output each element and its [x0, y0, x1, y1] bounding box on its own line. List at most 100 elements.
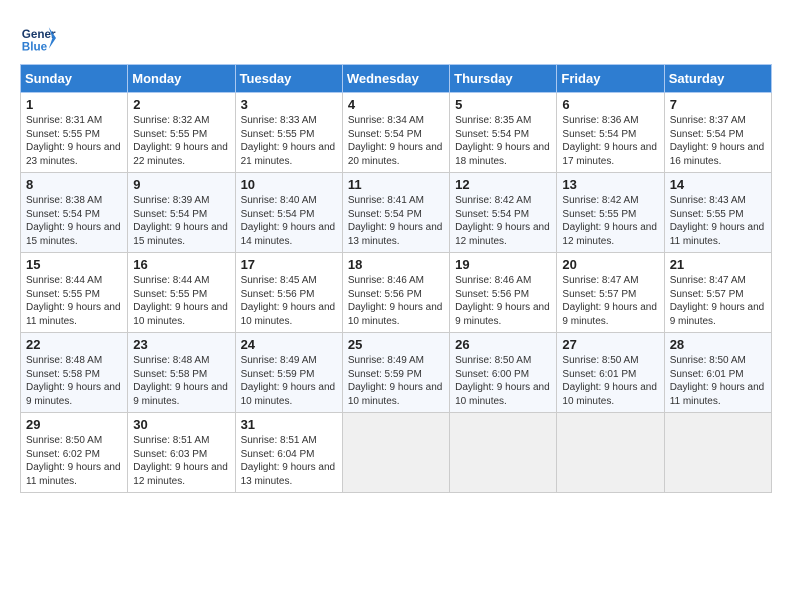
day-info: Sunrise: 8:40 AMSunset: 5:54 PMDaylight:… [241, 195, 336, 247]
calendar-cell: 6 Sunrise: 8:36 AMSunset: 5:54 PMDayligh… [557, 93, 664, 173]
svg-text:Blue: Blue [22, 41, 48, 54]
calendar-cell: 30 Sunrise: 8:51 AMSunset: 6:03 PMDaylig… [128, 413, 235, 493]
day-number: 1 [26, 97, 122, 112]
page-header: General Blue [20, 20, 772, 56]
day-info: Sunrise: 8:46 AMSunset: 5:56 PMDaylight:… [455, 275, 550, 327]
day-info: Sunrise: 8:41 AMSunset: 5:54 PMDaylight:… [348, 195, 443, 247]
calendar-cell: 28 Sunrise: 8:50 AMSunset: 6:01 PMDaylig… [664, 333, 771, 413]
day-number: 28 [670, 337, 766, 352]
calendar-cell: 3 Sunrise: 8:33 AMSunset: 5:55 PMDayligh… [235, 93, 342, 173]
day-info: Sunrise: 8:47 AMSunset: 5:57 PMDaylight:… [562, 275, 657, 327]
calendar-row-5: 29 Sunrise: 8:50 AMSunset: 6:02 PMDaylig… [21, 413, 772, 493]
day-info: Sunrise: 8:47 AMSunset: 5:57 PMDaylight:… [670, 275, 765, 327]
day-number: 23 [133, 337, 229, 352]
day-number: 6 [562, 97, 658, 112]
day-number: 11 [348, 177, 444, 192]
calendar-cell: 15 Sunrise: 8:44 AMSunset: 5:55 PMDaylig… [21, 253, 128, 333]
day-info: Sunrise: 8:48 AMSunset: 5:58 PMDaylight:… [26, 355, 121, 407]
calendar-cell: 17 Sunrise: 8:45 AMSunset: 5:56 PMDaylig… [235, 253, 342, 333]
calendar-cell: 7 Sunrise: 8:37 AMSunset: 5:54 PMDayligh… [664, 93, 771, 173]
calendar-cell: 10 Sunrise: 8:40 AMSunset: 5:54 PMDaylig… [235, 173, 342, 253]
calendar-cell: 12 Sunrise: 8:42 AMSunset: 5:54 PMDaylig… [450, 173, 557, 253]
calendar-cell: 11 Sunrise: 8:41 AMSunset: 5:54 PMDaylig… [342, 173, 449, 253]
day-number: 26 [455, 337, 551, 352]
day-info: Sunrise: 8:45 AMSunset: 5:56 PMDaylight:… [241, 275, 336, 327]
col-header-sunday: Sunday [21, 65, 128, 93]
day-info: Sunrise: 8:50 AMSunset: 6:02 PMDaylight:… [26, 435, 121, 487]
day-number: 7 [670, 97, 766, 112]
calendar-cell: 31 Sunrise: 8:51 AMSunset: 6:04 PMDaylig… [235, 413, 342, 493]
day-number: 2 [133, 97, 229, 112]
calendar-cell [450, 413, 557, 493]
calendar-cell: 20 Sunrise: 8:47 AMSunset: 5:57 PMDaylig… [557, 253, 664, 333]
calendar-table: SundayMondayTuesdayWednesdayThursdayFrid… [20, 64, 772, 493]
calendar-body: 1 Sunrise: 8:31 AMSunset: 5:55 PMDayligh… [21, 93, 772, 493]
day-info: Sunrise: 8:51 AMSunset: 6:03 PMDaylight:… [133, 435, 228, 487]
day-info: Sunrise: 8:36 AMSunset: 5:54 PMDaylight:… [562, 115, 657, 167]
day-number: 12 [455, 177, 551, 192]
day-number: 24 [241, 337, 337, 352]
day-number: 25 [348, 337, 444, 352]
day-number: 18 [348, 257, 444, 272]
calendar-cell: 24 Sunrise: 8:49 AMSunset: 5:59 PMDaylig… [235, 333, 342, 413]
day-number: 21 [670, 257, 766, 272]
day-number: 30 [133, 417, 229, 432]
day-info: Sunrise: 8:49 AMSunset: 5:59 PMDaylight:… [348, 355, 443, 407]
day-info: Sunrise: 8:38 AMSunset: 5:54 PMDaylight:… [26, 195, 121, 247]
day-number: 13 [562, 177, 658, 192]
calendar-cell: 9 Sunrise: 8:39 AMSunset: 5:54 PMDayligh… [128, 173, 235, 253]
day-number: 29 [26, 417, 122, 432]
calendar-row-1: 1 Sunrise: 8:31 AMSunset: 5:55 PMDayligh… [21, 93, 772, 173]
day-number: 31 [241, 417, 337, 432]
day-info: Sunrise: 8:44 AMSunset: 5:55 PMDaylight:… [26, 275, 121, 327]
calendar-cell: 2 Sunrise: 8:32 AMSunset: 5:55 PMDayligh… [128, 93, 235, 173]
calendar-cell: 14 Sunrise: 8:43 AMSunset: 5:55 PMDaylig… [664, 173, 771, 253]
day-info: Sunrise: 8:49 AMSunset: 5:59 PMDaylight:… [241, 355, 336, 407]
col-header-tuesday: Tuesday [235, 65, 342, 93]
day-number: 4 [348, 97, 444, 112]
day-info: Sunrise: 8:37 AMSunset: 5:54 PMDaylight:… [670, 115, 765, 167]
logo: General Blue [20, 20, 58, 56]
col-header-saturday: Saturday [664, 65, 771, 93]
calendar-cell: 8 Sunrise: 8:38 AMSunset: 5:54 PMDayligh… [21, 173, 128, 253]
day-info: Sunrise: 8:50 AMSunset: 6:00 PMDaylight:… [455, 355, 550, 407]
day-number: 8 [26, 177, 122, 192]
day-number: 27 [562, 337, 658, 352]
day-info: Sunrise: 8:34 AMSunset: 5:54 PMDaylight:… [348, 115, 443, 167]
calendar-cell: 25 Sunrise: 8:49 AMSunset: 5:59 PMDaylig… [342, 333, 449, 413]
day-info: Sunrise: 8:48 AMSunset: 5:58 PMDaylight:… [133, 355, 228, 407]
col-header-friday: Friday [557, 65, 664, 93]
calendar-cell: 18 Sunrise: 8:46 AMSunset: 5:56 PMDaylig… [342, 253, 449, 333]
day-info: Sunrise: 8:42 AMSunset: 5:54 PMDaylight:… [455, 195, 550, 247]
calendar-cell: 4 Sunrise: 8:34 AMSunset: 5:54 PMDayligh… [342, 93, 449, 173]
calendar-cell: 26 Sunrise: 8:50 AMSunset: 6:00 PMDaylig… [450, 333, 557, 413]
calendar-header-row: SundayMondayTuesdayWednesdayThursdayFrid… [21, 65, 772, 93]
calendar-cell: 19 Sunrise: 8:46 AMSunset: 5:56 PMDaylig… [450, 253, 557, 333]
calendar-cell [557, 413, 664, 493]
day-info: Sunrise: 8:32 AMSunset: 5:55 PMDaylight:… [133, 115, 228, 167]
day-number: 16 [133, 257, 229, 272]
day-number: 10 [241, 177, 337, 192]
calendar-cell: 22 Sunrise: 8:48 AMSunset: 5:58 PMDaylig… [21, 333, 128, 413]
day-info: Sunrise: 8:43 AMSunset: 5:55 PMDaylight:… [670, 195, 765, 247]
day-info: Sunrise: 8:33 AMSunset: 5:55 PMDaylight:… [241, 115, 336, 167]
calendar-cell: 27 Sunrise: 8:50 AMSunset: 6:01 PMDaylig… [557, 333, 664, 413]
day-number: 3 [241, 97, 337, 112]
svg-text:General: General [22, 28, 56, 41]
day-info: Sunrise: 8:44 AMSunset: 5:55 PMDaylight:… [133, 275, 228, 327]
day-info: Sunrise: 8:31 AMSunset: 5:55 PMDaylight:… [26, 115, 121, 167]
day-info: Sunrise: 8:46 AMSunset: 5:56 PMDaylight:… [348, 275, 443, 327]
day-info: Sunrise: 8:39 AMSunset: 5:54 PMDaylight:… [133, 195, 228, 247]
calendar-cell: 29 Sunrise: 8:50 AMSunset: 6:02 PMDaylig… [21, 413, 128, 493]
col-header-thursday: Thursday [450, 65, 557, 93]
calendar-cell [664, 413, 771, 493]
day-number: 19 [455, 257, 551, 272]
col-header-monday: Monday [128, 65, 235, 93]
day-info: Sunrise: 8:51 AMSunset: 6:04 PMDaylight:… [241, 435, 336, 487]
day-number: 14 [670, 177, 766, 192]
day-info: Sunrise: 8:42 AMSunset: 5:55 PMDaylight:… [562, 195, 657, 247]
calendar-cell: 23 Sunrise: 8:48 AMSunset: 5:58 PMDaylig… [128, 333, 235, 413]
day-info: Sunrise: 8:50 AMSunset: 6:01 PMDaylight:… [562, 355, 657, 407]
calendar-row-4: 22 Sunrise: 8:48 AMSunset: 5:58 PMDaylig… [21, 333, 772, 413]
calendar-cell: 1 Sunrise: 8:31 AMSunset: 5:55 PMDayligh… [21, 93, 128, 173]
